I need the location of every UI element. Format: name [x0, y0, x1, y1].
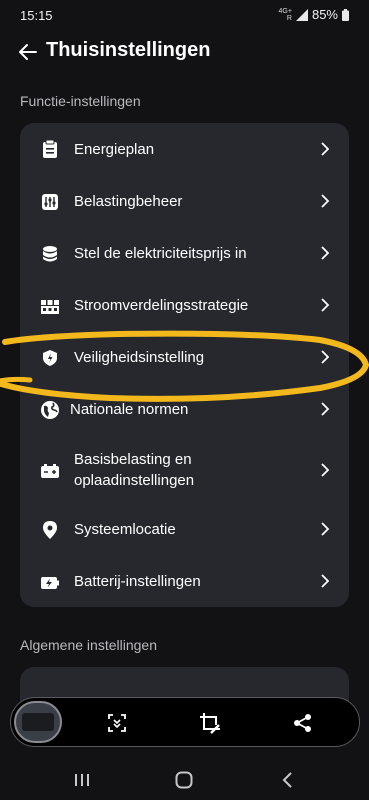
chevron-right-icon	[321, 194, 330, 208]
menu-item-label: Belastingbeheer	[74, 193, 183, 210]
location-pin-icon	[40, 520, 60, 540]
share-icon	[294, 714, 311, 732]
network-type: 4G+	[278, 7, 292, 15]
globe-icon	[40, 400, 60, 420]
thumbnail-preview	[22, 713, 54, 731]
share-button[interactable]	[291, 711, 315, 735]
scroll-capture-button[interactable]	[105, 711, 129, 735]
scroll-capture-icon	[108, 714, 126, 732]
menu-item-label: Basisbelasting en oplaadinstellingen	[74, 451, 195, 489]
signal-icon	[295, 8, 308, 21]
battery-status-icon	[342, 8, 349, 21]
menu-item-label: Batterij-instellingen	[74, 573, 201, 590]
database-icon	[40, 244, 60, 264]
function-settings-card: Energieplan Belastingbeheer Stel de elek…	[20, 123, 349, 607]
back-chevron-icon	[282, 772, 292, 788]
section-general-label: Algemene instellingen	[20, 637, 157, 653]
screenshot-thumbnail[interactable]	[14, 701, 62, 743]
menu-item-basisbelasting[interactable]: Basisbelasting en oplaadinstellingen	[20, 435, 349, 505]
menu-item-label: Nationale normen	[70, 401, 189, 418]
back-button[interactable]	[14, 38, 42, 66]
chevron-right-icon	[321, 522, 330, 536]
status-bar: 15:15 4G+ R 85%	[0, 0, 369, 32]
chevron-right-icon	[321, 298, 330, 312]
load-control-icon	[40, 192, 60, 212]
crop-edit-icon	[200, 713, 220, 734]
chevron-right-icon	[321, 402, 330, 416]
chevron-right-icon	[321, 574, 330, 588]
menu-item-label: Stel de elektriciteitsprijs in	[74, 245, 247, 262]
home-button[interactable]	[172, 768, 196, 792]
menu-item-label: Systeemlocatie	[74, 521, 176, 538]
menu-item-systeemlocatie[interactable]: Systeemlocatie	[20, 505, 349, 557]
chevron-right-icon	[321, 246, 330, 260]
menu-item-batterij[interactable]: Batterij-instellingen	[20, 557, 349, 607]
status-indicators: 4G+ R 85%	[279, 7, 349, 22]
recent-apps-button[interactable]	[70, 768, 94, 792]
chevron-right-icon	[321, 350, 330, 364]
recent-apps-icon	[75, 774, 89, 786]
app-header: Thuisinstellingen	[0, 34, 369, 70]
page-title: Thuisinstellingen	[46, 39, 211, 61]
home-icon	[175, 771, 193, 789]
chevron-right-icon	[321, 463, 330, 477]
battery-percent: 85%	[311, 7, 338, 22]
menu-item-label: Veiligheidsinstelling	[74, 349, 205, 366]
section-function-label: Functie-instellingen	[20, 93, 141, 109]
menu-item-nationale-normen[interactable]: Nationale normen	[20, 383, 349, 435]
menu-item-veiligheidsinstelling[interactable]: Veiligheidsinstelling	[20, 331, 349, 383]
status-time: 15:15	[20, 8, 53, 23]
roaming-indicator: R	[286, 14, 292, 22]
system-nav-bar	[0, 760, 369, 800]
menu-item-energieplan[interactable]: Energieplan	[20, 123, 349, 175]
chevron-right-icon	[321, 142, 330, 156]
menu-item-label: Stroomverdelingsstrategie	[74, 297, 249, 314]
menu-item-elektriciteitsprijs[interactable]: Stel de elektriciteitsprijs in	[20, 227, 349, 279]
clipboard-icon	[40, 139, 60, 159]
menu-item-stroomverdeling[interactable]: Stroomverdelingsstrategie	[20, 279, 349, 331]
battery-icon	[40, 573, 60, 593]
system-back-button[interactable]	[276, 768, 300, 792]
crop-edit-button[interactable]	[198, 711, 222, 735]
screenshot-toolbar	[10, 697, 360, 747]
battery-charge-icon	[40, 461, 60, 481]
shield-icon	[40, 348, 60, 368]
network-indicator: 4G+ R	[279, 8, 292, 22]
menu-item-belastingbeheer[interactable]: Belastingbeheer	[20, 175, 349, 227]
arrow-left-icon	[19, 44, 37, 60]
menu-item-label: Energieplan	[74, 141, 155, 158]
grid-icon	[40, 296, 60, 316]
